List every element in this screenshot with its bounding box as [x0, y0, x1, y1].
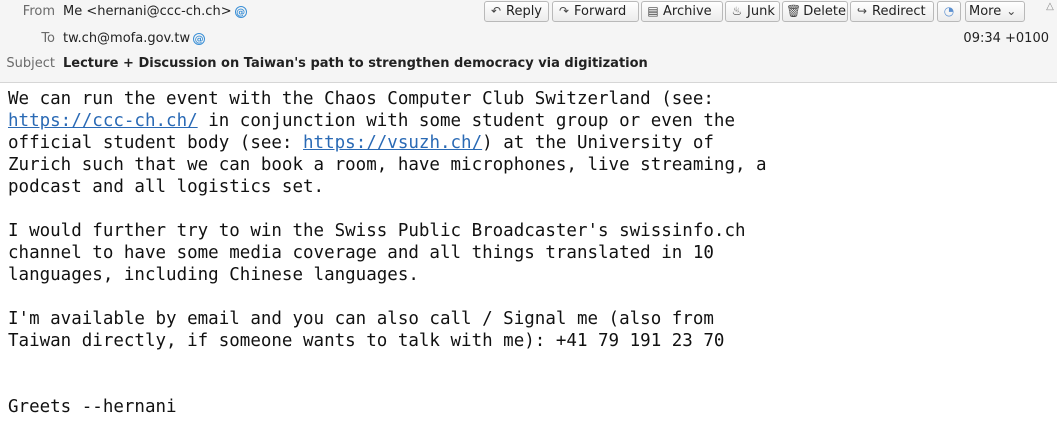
- body-line: channel to have some media coverage and …: [8, 243, 714, 263]
- to-value[interactable]: tw.ch@mofa.gov.tw @: [63, 27, 206, 51]
- reply-button[interactable]: ↶ Reply: [484, 1, 549, 22]
- redirect-button[interactable]: ↪ Redirect: [850, 1, 934, 22]
- collapse-header-icon[interactable]: △: [1043, 0, 1057, 14]
- message-body: We can run the event with the Chaos Comp…: [8, 88, 1048, 418]
- to-label: To: [41, 31, 55, 46]
- signature-line: Greets --hernani: [8, 397, 177, 417]
- redirect-icon: ↪: [856, 4, 868, 18]
- to-address[interactable]: tw.ch@mofa.gov.tw: [63, 31, 190, 46]
- trash-icon: 🗑: [786, 4, 802, 18]
- contact-icon[interactable]: @: [234, 5, 247, 18]
- delete-button[interactable]: 🗑 Delete: [782, 1, 848, 22]
- from-value[interactable]: Me <hernani@ccc-ch.ch> @: [63, 0, 247, 24]
- subject-label: Subject: [6, 56, 55, 71]
- contact-icon[interactable]: @: [193, 32, 206, 45]
- junk-button[interactable]: ♨ Junk: [725, 1, 780, 22]
- subject-value: Lecture + Discussion on Taiwan's path to…: [63, 56, 648, 71]
- ccc-link[interactable]: https://ccc-ch.ch/: [8, 111, 198, 131]
- chevron-down-icon: ⌄: [1006, 4, 1017, 18]
- junk-icon: ♨: [731, 4, 743, 18]
- archive-button[interactable]: ▤ Archive: [641, 1, 723, 22]
- body-line: I would further try to win the Swiss Pub…: [8, 221, 746, 241]
- archive-icon: ▤: [647, 4, 659, 18]
- body-line: Zurich such that we can book a room, hav…: [8, 155, 767, 175]
- reply-icon: ↶: [490, 4, 502, 18]
- more-button[interactable]: More ⌄: [965, 1, 1025, 22]
- addon-icon: ◔: [943, 4, 955, 18]
- from-address[interactable]: Me <hernani@ccc-ch.ch>: [63, 4, 232, 19]
- subject-row: Subject Lecture + Discussion on Taiwan's…: [0, 52, 1057, 76]
- body-line: Taiwan directly, if someone wants to tal…: [8, 331, 725, 351]
- forward-button[interactable]: ↷ Forward: [552, 1, 639, 22]
- message-header: From Me <hernani@ccc-ch.ch> @ ↶ Reply ↷ For…: [0, 0, 1057, 83]
- forward-icon: ↷: [558, 4, 570, 18]
- to-row: To tw.ch@mofa.gov.tw @: [0, 27, 1057, 51]
- body-line: podcast and all logistics set.: [8, 177, 325, 197]
- message-date: 09:34 +0100: [963, 31, 1049, 46]
- body-line: languages, including Chinese languages.: [8, 265, 419, 285]
- from-label: From: [22, 4, 55, 19]
- body-line: I'm available by email and you can also …: [8, 309, 714, 329]
- body-line: We can run the event with the Chaos Comp…: [8, 89, 714, 109]
- vsuzh-link[interactable]: https://vsuzh.ch/: [303, 133, 482, 153]
- body-line: https://ccc-ch.ch/ in conjunction with s…: [8, 111, 735, 131]
- addon-button[interactable]: ◔: [937, 1, 961, 22]
- body-line: official student body (see: https://vsuz…: [8, 133, 714, 153]
